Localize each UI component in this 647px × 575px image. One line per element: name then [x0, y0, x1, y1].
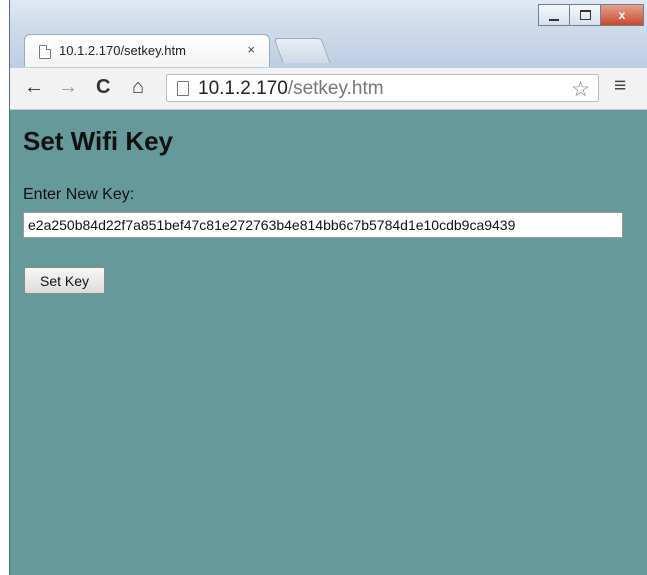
close-tab-icon[interactable]: ×: [247, 42, 255, 57]
page-icon: [39, 45, 51, 59]
key-label: Enter New Key:: [23, 186, 135, 203]
set-key-button[interactable]: Set Key: [24, 267, 105, 294]
window-controls: x: [538, 4, 644, 28]
browser-window: 10.1.2.170/setkey.htm × x ← → C ⌂ 10.1.2…: [9, 0, 647, 575]
maximize-button[interactable]: [569, 4, 601, 26]
reload-icon[interactable]: C: [96, 76, 110, 99]
url-host: 10.1.2.170: [198, 78, 288, 99]
tab-title: 10.1.2.170/setkey.htm: [59, 43, 186, 58]
close-window-button[interactable]: x: [600, 4, 644, 26]
minimize-icon: [549, 19, 559, 21]
back-icon[interactable]: ←: [24, 76, 44, 99]
url-path: /setkey.htm: [287, 78, 384, 99]
menu-icon[interactable]: ≡: [614, 74, 626, 98]
forward-icon[interactable]: →: [58, 76, 78, 99]
address-bar[interactable]: 10.1.2.170/setkey.htm ☆: [166, 74, 599, 102]
page-content: Set Wifi Key Enter New Key: Set Key: [10, 110, 647, 575]
page-title: Set Wifi Key: [23, 126, 174, 156]
title-bar: 10.1.2.170/setkey.htm × x: [10, 0, 647, 68]
home-icon[interactable]: ⌂: [132, 76, 144, 99]
browser-toolbar: ← → C ⌂ 10.1.2.170/setkey.htm ☆ ≡: [10, 68, 647, 110]
bookmark-star-icon[interactable]: ☆: [571, 77, 590, 102]
url-text: 10.1.2.170/setkey.htm: [198, 78, 384, 100]
tab-setkey[interactable]: 10.1.2.170/setkey.htm ×: [24, 34, 270, 67]
maximize-icon: [579, 10, 591, 20]
close-icon: x: [618, 8, 626, 22]
key-input[interactable]: [23, 212, 623, 238]
new-tab-button[interactable]: [273, 38, 331, 63]
minimize-button[interactable]: [538, 4, 570, 26]
page-icon: [177, 81, 189, 96]
